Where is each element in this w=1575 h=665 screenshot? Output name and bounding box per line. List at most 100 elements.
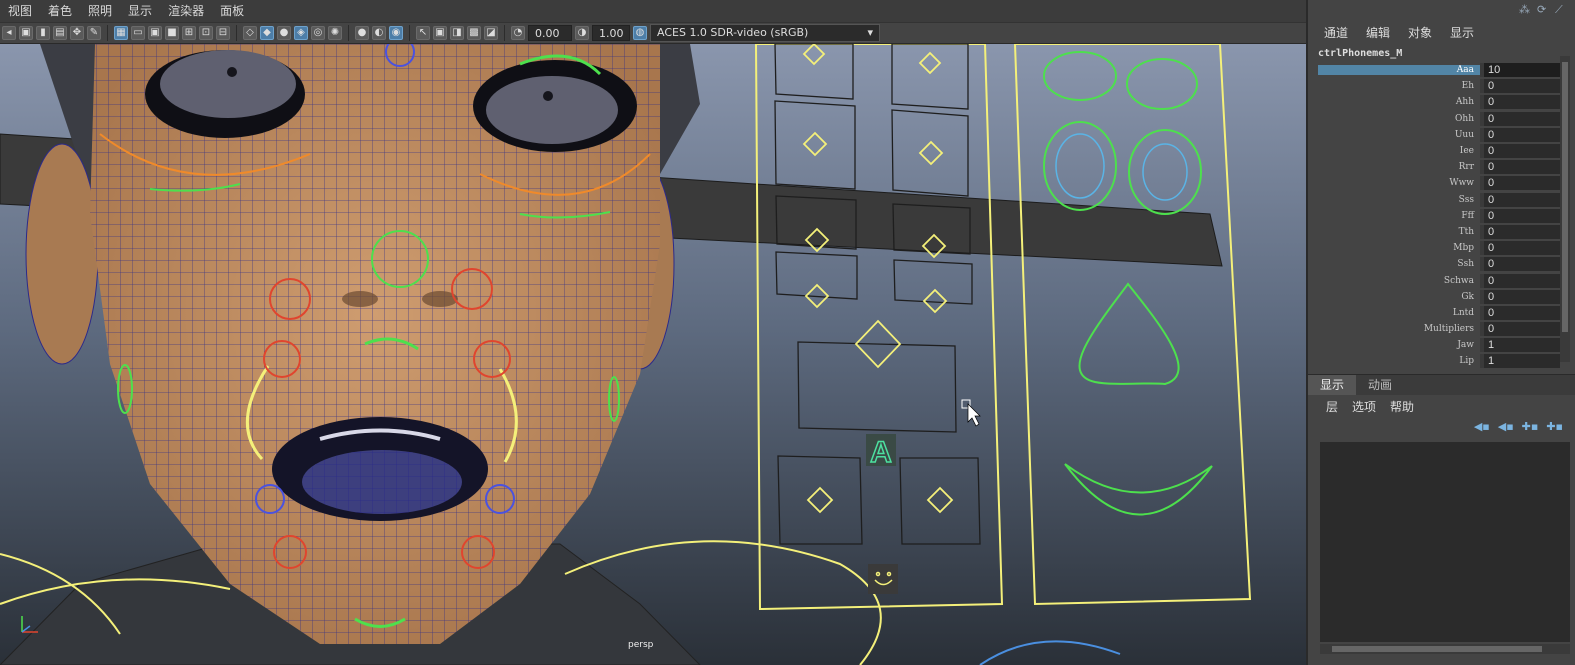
field-chart-icon[interactable]: ⊞ <box>182 26 196 40</box>
xray-icon[interactable]: ◎ <box>311 26 325 40</box>
film-gate-icon[interactable]: ▭ <box>131 26 145 40</box>
menu-show[interactable]: 显示 <box>120 0 160 22</box>
2d-pan-icon[interactable]: ✥ <box>70 26 84 40</box>
channel-value[interactable]: 0 <box>1480 208 1560 223</box>
channel-row-ohh[interactable]: Ohh 0 <box>1318 111 1560 127</box>
tab-display[interactable]: 显示 <box>1308 375 1357 395</box>
isolate-select-icon[interactable]: ◉ <box>389 26 403 40</box>
exposure-icon[interactable]: ◔ <box>511 26 525 40</box>
menu-help[interactable]: 帮助 <box>1390 398 1414 415</box>
channel-row-lntd[interactable]: Lntd 0 <box>1318 305 1560 321</box>
channel-row-rrr[interactable]: Rrr 0 <box>1318 159 1560 175</box>
channel-value[interactable]: 0 <box>1480 273 1560 288</box>
new-layer-from-selected-icon[interactable]: ✚▪ <box>1546 420 1563 433</box>
channel-value[interactable]: 10 <box>1480 63 1560 78</box>
xray-joints-icon[interactable]: ↖ <box>416 26 430 40</box>
grease-pencil-icon[interactable]: ✎ <box>87 26 101 40</box>
channel-row-iee[interactable]: Iee 0 <box>1318 143 1560 159</box>
xray-active-icon[interactable]: ▣ <box>433 26 447 40</box>
channel-value[interactable]: 0 <box>1480 79 1560 94</box>
channel-value[interactable]: 0 <box>1480 289 1560 304</box>
menu-panels[interactable]: 面板 <box>212 0 252 22</box>
channel-value[interactable]: 0 <box>1480 144 1560 159</box>
new-layer-icon[interactable]: ✚▪ <box>1522 420 1539 433</box>
backface-culling-icon[interactable]: ▩ <box>467 26 481 40</box>
camera-attributes-icon[interactable]: ▣ <box>19 26 33 40</box>
channel-row-gk[interactable]: Gk 0 <box>1318 289 1560 305</box>
menu-lighting[interactable]: 照明 <box>80 0 120 22</box>
exposure-field[interactable]: 0.00 <box>528 25 572 41</box>
grid-icon[interactable]: ▦ <box>114 26 128 40</box>
menu-view[interactable]: 视图 <box>0 0 40 22</box>
menu-channels[interactable]: 通道 <box>1324 24 1348 41</box>
channel-value[interactable]: 1 <box>1480 354 1560 369</box>
channel-value[interactable]: 0 <box>1480 257 1560 272</box>
camera-select-icon[interactable]: ◂ <box>2 26 16 40</box>
move-layer-up-icon[interactable]: ◀▪ <box>1474 420 1490 433</box>
layer-list-scrollbar[interactable] <box>1320 644 1570 654</box>
ui-toggle-icon[interactable]: ◪ <box>484 26 498 40</box>
channel-row-jaw[interactable]: Jaw 1 <box>1318 337 1560 353</box>
lights-icon[interactable]: ✺ <box>328 26 342 40</box>
refresh-icon[interactable]: ⟳ <box>1537 4 1549 16</box>
wireframe-on-shaded-icon[interactable]: ◈ <box>294 26 308 40</box>
menu-options[interactable]: 选项 <box>1352 398 1376 415</box>
colorspace-dropdown[interactable]: ACES 1.0 SDR-video (sRGB) ▾ <box>650 24 880 42</box>
channel-row-tth[interactable]: Tth 0 <box>1318 224 1560 240</box>
channel-row-ahh[interactable]: Ahh 0 <box>1318 94 1560 110</box>
channel-value[interactable]: 0 <box>1480 111 1560 126</box>
channel-row-fff[interactable]: Fff 0 <box>1318 208 1560 224</box>
channel-value[interactable]: 0 <box>1480 127 1560 142</box>
menu-object[interactable]: 对象 <box>1408 24 1432 41</box>
channel-row-lip[interactable]: Lip 1 <box>1318 353 1560 369</box>
shadows-icon[interactable]: ● <box>355 26 369 40</box>
scrollbar-thumb[interactable] <box>1332 646 1542 652</box>
safe-action-icon[interactable]: ⊡ <box>199 26 213 40</box>
smooth-shade-icon[interactable]: ◆ <box>260 26 274 40</box>
channel-value[interactable]: 0 <box>1480 160 1560 175</box>
screen-space-ao-icon[interactable]: ◐ <box>372 26 386 40</box>
bookmark-icon[interactable]: ▮ <box>36 26 50 40</box>
viewport-3d-scene[interactable]: A <box>0 44 1306 665</box>
channel-list-scrollbar[interactable] <box>1560 56 1570 362</box>
graph-icon[interactable]: ⟋ <box>1555 4 1567 16</box>
color-management-icon[interactable]: ◍ <box>633 26 647 40</box>
hierarchy-icon[interactable]: ⁂ <box>1519 4 1531 16</box>
channel-value[interactable]: 1 <box>1480 338 1560 353</box>
channel-value[interactable]: 0 <box>1480 95 1560 110</box>
gamma-field[interactable]: 1.00 <box>592 25 630 41</box>
menu-show[interactable]: 显示 <box>1450 24 1474 41</box>
channel-value[interactable]: 0 <box>1480 305 1560 320</box>
wireframe-icon[interactable]: ◇ <box>243 26 257 40</box>
channel-row-schwa[interactable]: Schwa 0 <box>1318 272 1560 288</box>
image-plane-icon[interactable]: ▤ <box>53 26 67 40</box>
channel-row-multipliers[interactable]: Multipliers 0 <box>1318 321 1560 337</box>
menu-layers[interactable]: 层 <box>1326 398 1338 415</box>
node-name[interactable]: ctrlPhonemes_M <box>1318 48 1402 59</box>
menu-edit[interactable]: 编辑 <box>1366 24 1390 41</box>
channel-value[interactable]: 0 <box>1480 224 1560 239</box>
tab-animation[interactable]: 动画 <box>1356 375 1404 395</box>
menu-renderer[interactable]: 渲染器 <box>160 0 212 22</box>
layer-list[interactable] <box>1320 442 1570 642</box>
channel-row-aaa[interactable]: Aaa 10 <box>1318 62 1560 78</box>
gate-mask-icon[interactable]: ■ <box>165 26 179 40</box>
channel-value[interactable]: 0 <box>1480 322 1560 337</box>
viewport-panel[interactable]: 视图 着色 照明 显示 渲染器 面板 ◂ ▣ ▮ ▤ ✥ ✎ ▦ ▭ ▣ ■ ⊞… <box>0 0 1306 665</box>
phoneme-badge[interactable]: A <box>869 435 892 470</box>
channel-value[interactable]: 0 <box>1480 176 1560 191</box>
channel-row-sss[interactable]: Sss 0 <box>1318 192 1560 208</box>
gamma-icon[interactable]: ◑ <box>575 26 589 40</box>
channel-row-uuu[interactable]: Uuu 0 <box>1318 127 1560 143</box>
menu-shading[interactable]: 着色 <box>40 0 80 22</box>
resolution-gate-icon[interactable]: ▣ <box>148 26 162 40</box>
channel-row-eh[interactable]: Eh 0 <box>1318 78 1560 94</box>
safe-title-icon[interactable]: ⊟ <box>216 26 230 40</box>
channel-row-www[interactable]: Www 0 <box>1318 175 1560 191</box>
channel-value[interactable]: 0 <box>1480 241 1560 256</box>
scrollbar-thumb[interactable] <box>1562 62 1568 332</box>
channel-row-ssh[interactable]: Ssh 0 <box>1318 256 1560 272</box>
two-sided-lighting-icon[interactable]: ◨ <box>450 26 464 40</box>
channel-value[interactable]: 0 <box>1480 192 1560 207</box>
move-layer-down-icon[interactable]: ◀▪ <box>1498 420 1514 433</box>
